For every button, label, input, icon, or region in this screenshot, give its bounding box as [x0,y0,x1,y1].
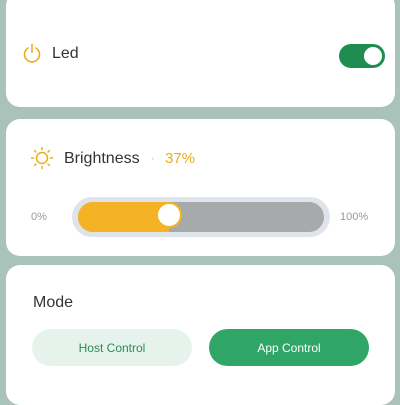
brightness-card: Brightness · 37% 0% 100% [6,119,395,256]
led-toggle[interactable] [339,44,385,68]
app-control-button[interactable]: App Control [209,329,369,366]
mode-label: Mode [33,294,74,311]
toggle-knob [364,47,382,65]
power-icon [23,43,41,63]
brightness-value: 37% [165,150,196,167]
brightness-separator: · [151,151,155,165]
slider-max-label: 100% [340,211,369,223]
slider-thumb[interactable] [156,202,183,228]
slider-min-label: 0% [31,211,47,223]
brightness-slider[interactable] [72,197,330,237]
slider-track [78,202,324,232]
brightness-label: Brightness [64,150,140,167]
mode-card: Mode Host Control App Control [6,265,395,405]
host-control-button[interactable]: Host Control [32,329,192,366]
led-card: Led [6,0,395,107]
sun-icon [30,146,54,170]
led-label: Led [52,45,79,62]
